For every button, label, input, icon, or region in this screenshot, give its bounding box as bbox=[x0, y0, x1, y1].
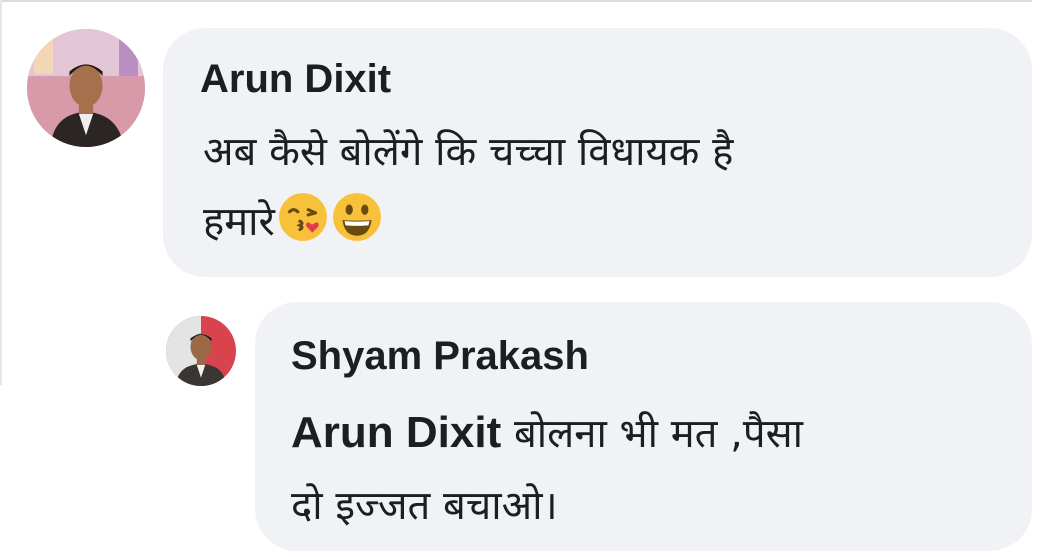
profile-photo-icon bbox=[27, 29, 145, 147]
comment-line-text: हमारे bbox=[203, 199, 275, 245]
comment-author[interactable]: Shyam Prakash bbox=[291, 336, 589, 376]
comment-bubble: Arun Dixit अब कैसे बोलेंगे कि चच्चा विधा… bbox=[163, 28, 1032, 277]
comment-line: Arun Dixit बोलना भी मत ,पैसा bbox=[291, 394, 803, 471]
avatar-arun-dixit[interactable] bbox=[27, 29, 145, 147]
mention-link[interactable]: Arun Dixit bbox=[291, 408, 501, 457]
comment-text: अब कैसे बोलेंगे कि चच्चा विधायक है हमारे bbox=[203, 117, 733, 257]
profile-photo-icon bbox=[166, 316, 236, 386]
comment-line: हमारे bbox=[203, 187, 733, 257]
comment-text: Arun Dixit बोलना भी मत ,पैसा दो इज्जत बच… bbox=[291, 394, 803, 541]
comment-author[interactable]: Arun Dixit bbox=[200, 59, 391, 99]
comment-line: दो इज्जत बचाओ। bbox=[291, 483, 558, 529]
grinning-face-icon bbox=[331, 191, 383, 243]
comment-thread: Arun Dixit अब कैसे बोलेंगे कि चच्चा विधा… bbox=[0, 0, 1062, 557]
comment-line: अब कैसे बोलेंगे कि चच्चा विधायक है bbox=[203, 129, 734, 175]
reply-bubble: Shyam Prakash Arun Dixit बोलना भी मत ,पै… bbox=[255, 302, 1032, 551]
avatar-shyam-prakash[interactable] bbox=[166, 316, 236, 386]
face-throwing-kiss-icon bbox=[277, 191, 329, 243]
comment-line-text: बोलना भी मत ,पैसा bbox=[513, 411, 804, 457]
thread-line bbox=[0, 0, 2, 385]
top-divider bbox=[0, 0, 1032, 2]
